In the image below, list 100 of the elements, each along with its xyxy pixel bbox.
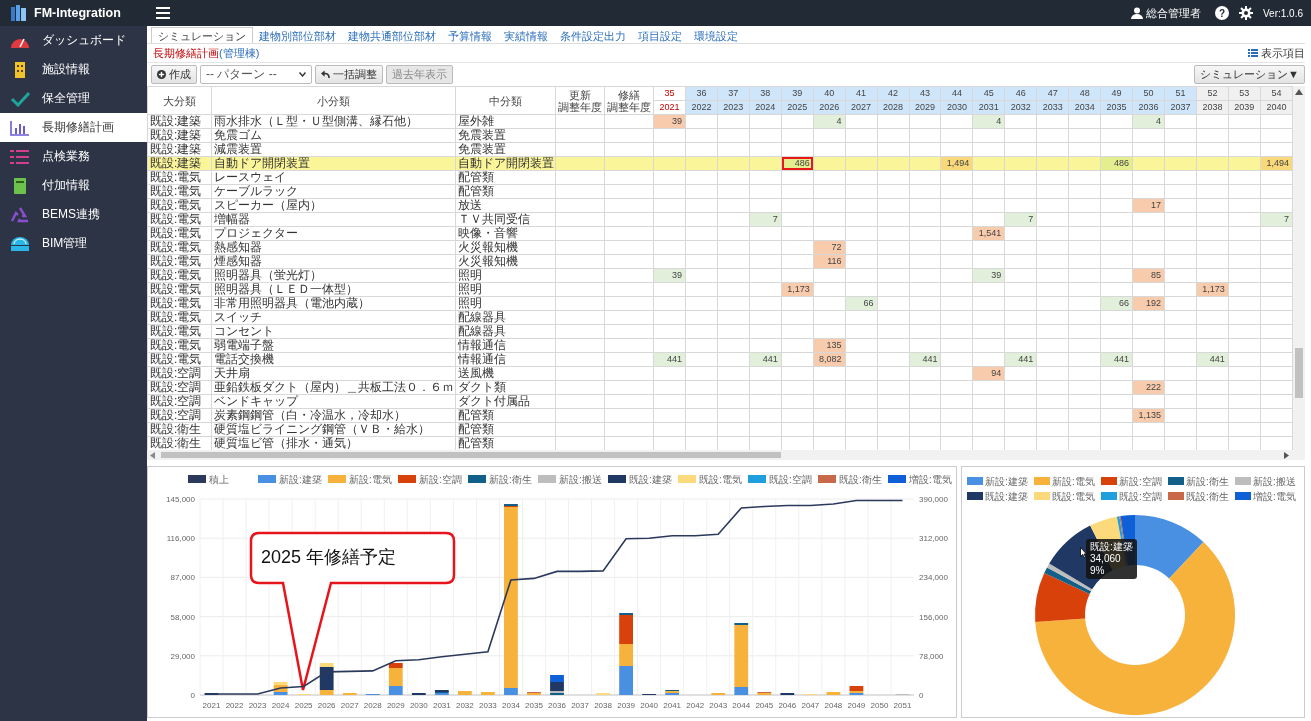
scroll-thumb[interactable]: [1295, 348, 1303, 398]
axis-label: 2035: [525, 701, 543, 710]
table-cell: 既設:電気: [147, 338, 212, 353]
table-cell: 既設:電気: [147, 170, 212, 185]
table-cell: 既設:電気: [147, 296, 212, 311]
column-header: 36: [685, 86, 718, 101]
table-cell: 送風機: [455, 366, 556, 381]
version-label: Ver:1.0.6: [1262, 7, 1303, 19]
axis-label: 2034: [502, 701, 520, 710]
building-name[interactable]: (管理棟): [219, 45, 260, 61]
tab[interactable]: 環境設定: [688, 28, 744, 43]
table-cell: コンセント: [211, 324, 456, 339]
bulk-adjust-button[interactable]: 一括調整: [315, 65, 383, 84]
scroll-thumb[interactable]: [161, 452, 781, 458]
table-cell: レースウェイ: [211, 170, 456, 185]
pattern-select[interactable]: -- パターン --: [200, 65, 312, 84]
legend-label: 新設:建築: [279, 474, 322, 485]
column-header: 53: [1228, 86, 1261, 101]
sidebar-item[interactable]: 保全管理: [0, 84, 147, 113]
table-cell: 電話交換機: [211, 352, 456, 367]
tab[interactable]: シミュレーション: [151, 27, 253, 43]
scrollbar[interactable]: [147, 450, 1305, 460]
axis-label: 2047: [801, 701, 820, 710]
help-button[interactable]: ?: [1214, 6, 1229, 20]
list-icon: [1248, 49, 1258, 57]
table-cell: 既設:電気: [147, 310, 212, 325]
table-cell: 免震装置: [455, 128, 556, 143]
axis-label: 145,000: [166, 495, 195, 504]
legend-label: 既設:空調: [1119, 491, 1162, 502]
table-cell: 配管類: [455, 408, 556, 423]
sidebar-item[interactable]: BIM管理: [0, 229, 147, 258]
tab[interactable]: 条件設定出力: [554, 28, 632, 43]
column-header: 中分類: [488, 94, 523, 107]
axis-label: 0: [919, 691, 924, 700]
view-options-link[interactable]: 表示項目: [1261, 45, 1305, 61]
menu-icon[interactable]: [156, 7, 170, 19]
table-cell: 既設:電気: [147, 254, 212, 269]
column-header: 38: [749, 86, 782, 101]
table-cell: 増幅器: [211, 212, 456, 227]
tooltip-percent: 9%: [1090, 565, 1106, 577]
legend-label: 新設:搬送: [1253, 476, 1296, 487]
axis-label: 0: [190, 691, 195, 700]
column-header: 39: [781, 86, 814, 101]
table-cell: 既設:建築: [147, 142, 212, 157]
table-cell: 非常用照明器具（電池内蔵）: [211, 296, 456, 311]
legend-label: 新設:衛生: [489, 474, 532, 485]
app-name: FM-Integration: [34, 6, 121, 20]
scroll-right-icon[interactable]: [1284, 452, 1289, 459]
bar: [826, 692, 841, 695]
table-cell: 配線器具: [455, 310, 556, 325]
table-cell: 既設:空調: [147, 408, 212, 423]
column-header: 48: [1068, 86, 1101, 101]
table-cell: 既設:衛生: [147, 422, 212, 437]
dome-icon: [10, 235, 30, 252]
scroll-left-icon[interactable]: [150, 452, 155, 459]
settings-icon[interactable]: [1238, 6, 1253, 20]
axis-label: 2025: [294, 701, 313, 710]
tab[interactable]: 建物共通部位部材: [342, 28, 442, 43]
legend-label: 既設:電気: [699, 474, 742, 485]
table-cell: 配管類: [455, 170, 556, 185]
bar: [619, 666, 633, 695]
tab[interactable]: 建物別部位部材: [253, 28, 342, 43]
axis-label: 2049: [847, 701, 866, 710]
scrollbar[interactable]: [1293, 86, 1305, 450]
axis-label: 2033: [479, 701, 497, 710]
sidebar-item[interactable]: ダッシュボード: [0, 26, 147, 55]
column-header: 51: [1164, 86, 1197, 101]
table-cell: 映像・音響: [455, 226, 556, 241]
tab[interactable]: 項目設定: [632, 28, 688, 43]
axis-label: 2048: [824, 701, 843, 710]
user-icon: [1130, 7, 1143, 19]
table-cell: プロジェクター: [211, 226, 456, 241]
legend-label: 既設:建築: [629, 474, 672, 485]
sidebar-item[interactable]: 付加情報: [0, 171, 147, 200]
legend-label: 既設:衛生: [839, 474, 882, 485]
scroll-up-icon[interactable]: [1295, 89, 1303, 95]
sidebar-item[interactable]: 点検業務: [0, 142, 147, 171]
simulation-button[interactable]: シミュレーション▼: [1194, 65, 1305, 84]
sidebar-item[interactable]: 施設情報: [0, 55, 147, 84]
axis-label: 78,000: [919, 651, 944, 661]
axis-label: 2039: [617, 701, 635, 710]
table-cell: 火災報知機: [455, 254, 556, 269]
table-cell: 既設:空調: [147, 394, 212, 409]
table-cell: 照明: [455, 282, 556, 297]
tab[interactable]: 実績情報: [498, 28, 554, 43]
user-name[interactable]: 総合管理者: [1145, 5, 1201, 21]
table-cell: 既設:電気: [147, 240, 212, 255]
sidebar-item[interactable]: 長期修繕計画: [0, 113, 147, 142]
table-cell: ダクト付属品: [455, 394, 556, 409]
create-button[interactable]: 作成: [151, 65, 197, 84]
axis-label: 2041: [663, 701, 682, 710]
table-cell: 既設:電気: [147, 226, 212, 241]
table-cell: 既設:電気: [147, 282, 212, 297]
tab[interactable]: 予算情報: [442, 28, 498, 43]
sidebar-item[interactable]: BEMS連携: [0, 200, 147, 229]
axis-label: 2030: [409, 701, 428, 710]
table-cell: 硬質塩ビライニング鋼管（ＶＢ・給水）: [211, 422, 456, 437]
column-header: 45: [972, 86, 1005, 101]
legend-label: 積上: [209, 474, 229, 485]
tooltip-label: 既設:建築: [1090, 541, 1133, 553]
